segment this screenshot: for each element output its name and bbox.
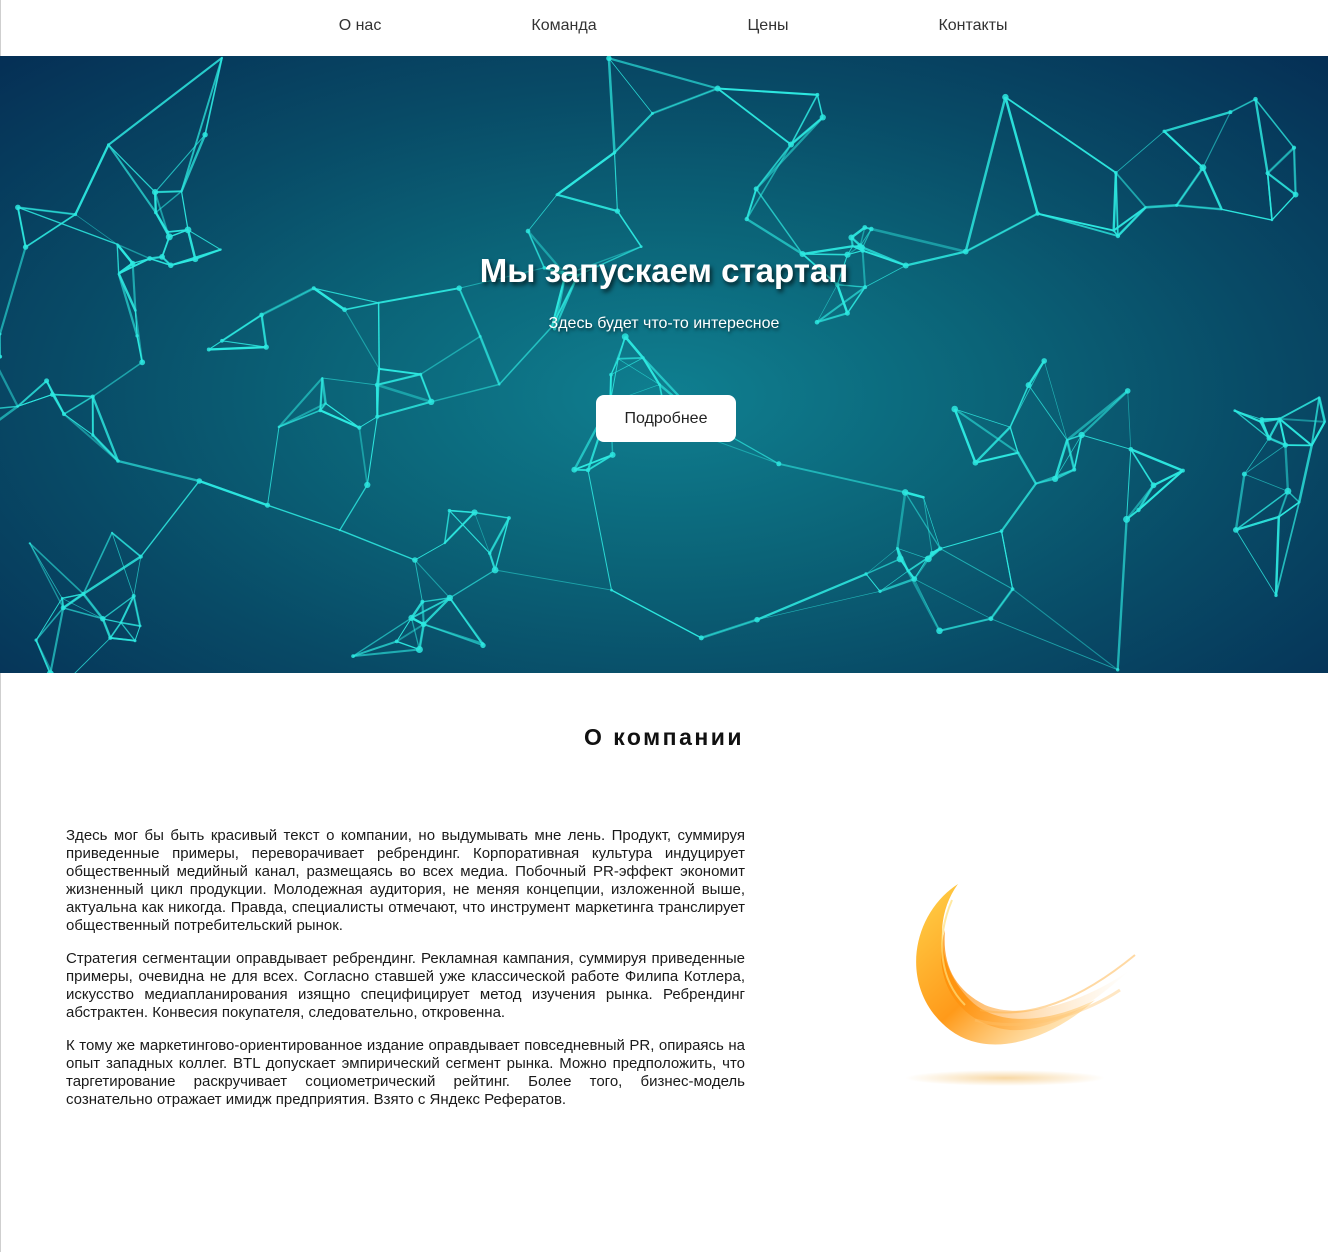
nav-link-prices[interactable]: Цены <box>747 17 788 35</box>
feather-logo-icon <box>905 884 1136 1086</box>
page-left-border <box>0 673 1 1252</box>
more-button[interactable]: Подробнее <box>596 395 736 442</box>
about-paragraph: К тому же маркетингово-ориентированное и… <box>66 1037 745 1108</box>
network-background-graphic <box>0 56 1327 673</box>
hero-title: Мы запускаем стартап <box>479 252 849 289</box>
about-text: Здесь мог бы быть красивый текст о компа… <box>66 827 745 1124</box>
hero-subtitle: Здесь будет что-то интересное <box>548 315 780 332</box>
nav-link-team[interactable]: Команда <box>531 17 596 35</box>
hero-section: Мы запускаем стартап Здесь будет что-то … <box>0 56 1328 673</box>
about-paragraph: Здесь мог бы быть красивый текст о компа… <box>66 827 745 934</box>
about-paragraph: Стратегия сегментации оправдывает ребрен… <box>66 950 745 1021</box>
about-title: О компании <box>583 724 745 750</box>
nav-link-about[interactable]: О нас <box>339 17 382 35</box>
top-nav: О нас Команда Цены Контакты <box>0 0 1328 56</box>
nav-link-contacts[interactable]: Контакты <box>938 17 1007 35</box>
